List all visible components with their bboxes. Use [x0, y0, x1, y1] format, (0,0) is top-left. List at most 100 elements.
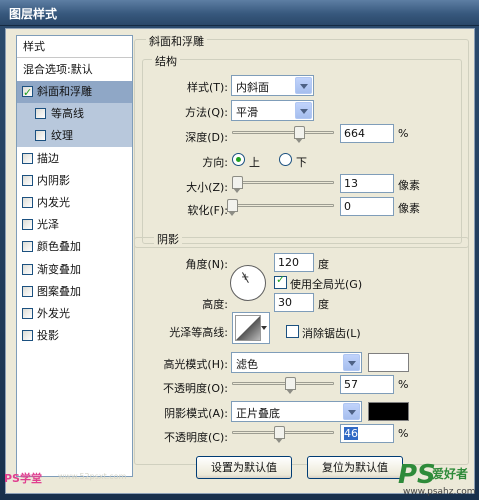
slider-thumb[interactable]	[273, 426, 285, 443]
style-item-11[interactable]: 投影	[17, 325, 132, 347]
style-item-label: 纹理	[51, 129, 73, 143]
chevron-down-icon	[261, 326, 267, 330]
styles-list-header[interactable]: 样式	[17, 36, 132, 58]
style-item-label: 颜色叠加	[37, 240, 81, 254]
global-light-label: 使用全局光(G)	[290, 278, 363, 291]
angle-dial[interactable]: +	[230, 265, 266, 301]
technique-label: 方法(Q):	[185, 106, 228, 119]
shading-title: 阴影	[154, 231, 182, 247]
slider-thumb[interactable]	[227, 199, 238, 216]
watermark-aihaozhe: 爱好者	[432, 467, 469, 481]
reset-default-button[interactable]: 复位为默认值	[307, 456, 403, 479]
style-item-3[interactable]: 描边	[17, 148, 132, 170]
style-item-label: 图案叠加	[37, 284, 81, 298]
style-item-checkbox[interactable]	[35, 108, 46, 120]
direction-up-label: 上	[249, 156, 260, 169]
style-item-5[interactable]: 内发光	[17, 192, 132, 214]
slider-thumb[interactable]	[294, 126, 306, 143]
style-item-checkbox[interactable]	[22, 308, 33, 319]
style-item-7[interactable]: 颜色叠加	[17, 236, 132, 258]
gloss-contour-picker[interactable]	[232, 312, 270, 344]
direction-down-radio[interactable]	[279, 153, 292, 166]
shadow-opacity-slider[interactable]	[232, 426, 334, 443]
antialias-checkbox[interactable]	[286, 325, 299, 338]
depth-input[interactable]: 664	[340, 124, 394, 143]
style-label: 样式(T):	[186, 81, 228, 94]
style-item-4[interactable]: 内阴影	[17, 170, 132, 192]
chevron-down-icon	[295, 77, 312, 94]
dialog-title: 图层样式	[9, 7, 58, 21]
direction-up-radio[interactable]	[232, 153, 245, 166]
highlight-opacity-slider[interactable]	[232, 377, 334, 394]
shadow-opacity-input[interactable]: 46	[340, 424, 394, 443]
slider-thumb[interactable]	[285, 377, 297, 394]
make-default-button[interactable]: 设置为默认值	[196, 456, 292, 479]
direction-label: 方向:	[202, 156, 228, 169]
style-item-9[interactable]: 图案叠加	[17, 281, 132, 303]
altitude-input[interactable]: 30	[274, 293, 314, 312]
shadow-opacity-unit: %	[398, 427, 409, 440]
highlight-mode-select[interactable]: 滤色	[231, 352, 362, 373]
size-input[interactable]: 13	[340, 174, 394, 193]
technique-select[interactable]: 平滑	[231, 100, 314, 121]
highlight-opacity-label: 不透明度(O):	[163, 382, 228, 395]
style-item-checkbox[interactable]	[22, 330, 33, 342]
style-item-label: 外发光	[37, 307, 70, 320]
style-item-label: 光泽	[37, 218, 59, 232]
style-item-2[interactable]: 纹理	[17, 125, 132, 148]
angle-input[interactable]: 120	[274, 253, 314, 272]
structure-title: 结构	[152, 53, 180, 69]
chevron-down-icon	[343, 403, 360, 420]
blending-options-item[interactable]: 混合选项:默认	[17, 59, 132, 81]
style-item-1[interactable]: 等高线	[17, 103, 132, 126]
style-item-6[interactable]: 光泽	[17, 214, 132, 236]
depth-unit: %	[398, 127, 409, 140]
style-item-checkbox[interactable]	[22, 219, 33, 231]
style-item-checkbox[interactable]	[22, 174, 33, 186]
layer-style-dialog: 图层样式 样式 混合选项:默认 斜面和浮雕等高线纹理描边内阴影内发光光泽颜色叠加…	[0, 0, 479, 500]
watermark-ps-logo: PS	[398, 460, 436, 490]
watermark-url: www.psahz.com	[403, 487, 476, 497]
depth-slider[interactable]	[232, 126, 334, 143]
highlight-mode-label: 高光模式(H):	[163, 358, 228, 371]
bevel-emboss-title: 斜面和浮雕	[146, 33, 207, 49]
style-item-checkbox[interactable]	[22, 263, 33, 275]
contour-preview	[235, 315, 261, 341]
direction-down-label: 下	[296, 156, 307, 169]
shadow-mode-label: 阴影模式(A):	[164, 407, 228, 420]
style-item-checkbox[interactable]	[22, 82, 33, 104]
angle-unit: 度	[318, 258, 329, 271]
style-item-checkbox[interactable]	[22, 197, 33, 208]
title-bar[interactable]: 图层样式	[0, 0, 479, 26]
style-item-checkbox[interactable]	[35, 130, 46, 142]
highlight-opacity-unit: %	[398, 378, 409, 391]
style-item-checkbox[interactable]	[22, 241, 33, 253]
style-item-checkbox[interactable]	[22, 152, 33, 164]
soften-label: 软化(F):	[187, 204, 228, 217]
altitude-label: 高度:	[202, 298, 228, 311]
depth-label: 深度(D):	[185, 131, 228, 144]
chevron-down-icon	[343, 354, 360, 371]
style-item-0[interactable]: 斜面和浮雕	[17, 81, 132, 104]
soften-slider[interactable]	[227, 199, 334, 216]
altitude-unit: 度	[318, 298, 329, 311]
soften-unit: 像素	[398, 202, 420, 215]
style-item-checkbox[interactable]	[22, 285, 33, 297]
highlight-opacity-input[interactable]: 57	[340, 375, 394, 394]
size-unit: 像素	[398, 179, 420, 192]
style-item-label: 描边	[37, 151, 59, 165]
global-light-checkbox[interactable]	[274, 273, 287, 289]
style-item-10[interactable]: 外发光	[17, 303, 132, 325]
shadow-color-swatch[interactable]	[368, 402, 409, 421]
bevel-style-select[interactable]: 内斜面	[231, 75, 314, 96]
soften-input[interactable]: 0	[340, 197, 394, 216]
style-item-label: 等高线	[51, 107, 84, 121]
style-item-8[interactable]: 渐变叠加	[17, 259, 132, 281]
slider-thumb[interactable]	[232, 176, 244, 193]
size-slider[interactable]	[232, 176, 334, 193]
antialias-label: 消除锯齿(L)	[302, 327, 361, 340]
style-item-label: 渐变叠加	[37, 262, 81, 276]
shadow-mode-select[interactable]: 正片叠底	[231, 401, 362, 422]
style-item-label: 内阴影	[37, 173, 70, 187]
highlight-color-swatch[interactable]	[368, 353, 409, 372]
